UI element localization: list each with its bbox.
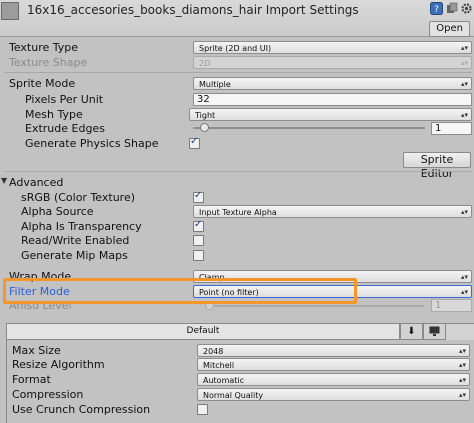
crunch-compression-checkbox[interactable] [197,404,208,415]
compression-value: Normal Quality [203,391,264,400]
alpha-source-value: Input Texture Alpha [199,208,277,217]
format-label: Format [12,373,51,386]
chevron-updown-icon: ▴▾ [458,376,466,384]
texture-shape-value: 2D [199,59,211,68]
monitor-icon [429,326,440,336]
sprite-editor-button[interactable]: Sprite Editor [403,152,471,180]
sprite-mode-label: Sprite Mode [9,77,76,90]
chevron-updown-icon: ▴▾ [460,59,468,67]
chevron-updown-icon: ▴▾ [460,208,468,216]
mip-maps-checkbox[interactable] [193,250,204,261]
resize-algorithm-value: Mitchell [203,361,235,370]
format-value: Automatic [203,376,245,385]
texture-type-value: Sprite (2D and UI) [199,44,272,53]
extrude-edges-label: Extrude Edges [25,122,105,135]
srgb-label: sRGB (Color Texture) [21,191,136,204]
alpha-source-label: Alpha Source [21,205,94,218]
sprite-mode-dropdown[interactable]: Multiple ▴▾ [193,77,472,90]
aniso-level-slider-track [209,305,425,307]
crunch-compression-label: Use Crunch Compression [12,403,151,416]
alpha-source-dropdown[interactable]: Input Texture Alpha ▴▾ [193,205,472,218]
help-icon[interactable]: ? [430,2,443,15]
max-size-dropdown[interactable]: 2048 ▴▾ [197,344,470,357]
chevron-updown-icon: ▴▾ [460,111,468,119]
chevron-updown-icon: ▴▾ [458,347,466,355]
sprite-mode-value: Multiple [199,80,231,89]
tab-bar-spacer [446,323,474,340]
mip-maps-label: Generate Mip Maps [21,249,128,262]
max-size-value: 2048 [203,347,224,356]
checkmark-icon: ✓ [194,219,203,230]
monitor-icon[interactable] [423,323,446,340]
compression-label: Compression [12,388,84,401]
max-size-label: Max Size [12,344,61,357]
extrude-edges-field[interactable]: 1 [431,122,472,135]
foldout-arrow-icon[interactable]: ▼ [1,176,7,185]
extrude-edges-slider-track[interactable] [193,127,425,129]
chevron-updown-icon: ▴▾ [458,391,466,399]
extrude-edges-slider-thumb[interactable] [199,123,209,132]
preset-icon[interactable] [446,2,459,15]
texture-asset-icon [1,2,19,20]
alpha-transparency-checkbox[interactable]: ✓ [193,219,204,232]
chevron-updown-icon: ▴▾ [458,361,466,369]
texture-shape-dropdown: 2D ▴▾ [193,56,472,69]
texture-type-dropdown[interactable]: Sprite (2D and UI) ▴▾ [193,41,472,54]
divider [4,171,472,172]
chevron-updown-icon: ▴▾ [460,80,468,88]
aniso-level-field: 1 [431,299,472,312]
chevron-updown-icon: ▴▾ [460,273,468,281]
mesh-type-dropdown[interactable]: Tight ▴▾ [189,108,472,121]
read-write-checkbox[interactable] [193,235,204,246]
pixels-per-unit-label: Pixels Per Unit [25,93,104,106]
advanced-foldout-label[interactable]: Advanced [9,176,63,189]
chevron-updown-icon: ▴▾ [460,44,468,52]
srgb-checkbox[interactable]: ✓ [193,190,204,203]
tab-default[interactable]: Default [6,323,400,340]
chevron-updown-icon: ▴▾ [460,288,468,296]
format-dropdown[interactable]: Automatic ▴▾ [197,373,470,386]
texture-type-label: Texture Type [9,41,79,54]
checkmark-icon: ✓ [194,190,203,201]
checkmark-icon: ✓ [190,136,199,147]
mesh-type-value: Tight [195,111,216,120]
resize-algorithm-dropdown[interactable]: Mitchell ▴▾ [197,358,470,371]
texture-shape-label: Texture Shape [9,56,88,69]
download-icon[interactable]: ⬇ [400,323,423,340]
mesh-type-label: Mesh Type [25,108,83,121]
svg-text:?: ? [434,5,439,15]
pixels-per-unit-field[interactable]: 32 [193,93,472,106]
inspector-title: 16x16_accesories_books_diamons_hair Impo… [27,3,359,17]
physics-shape-checkbox[interactable]: ✓ [189,136,200,149]
inspector-header: 16x16_accesories_books_diamons_hair Impo… [0,0,474,37]
divider [4,72,472,73]
compression-dropdown[interactable]: Normal Quality ▴▾ [197,388,470,401]
highlight-annotation [3,278,357,304]
read-write-label: Read/Write Enabled [21,234,130,247]
physics-shape-label: Generate Physics Shape [25,137,159,150]
alpha-transparency-label: Alpha Is Transparency [21,220,142,233]
open-button[interactable]: Open [429,21,470,37]
resize-algorithm-label: Resize Algorithm [12,358,105,371]
settings-gear-icon[interactable] [460,2,473,15]
